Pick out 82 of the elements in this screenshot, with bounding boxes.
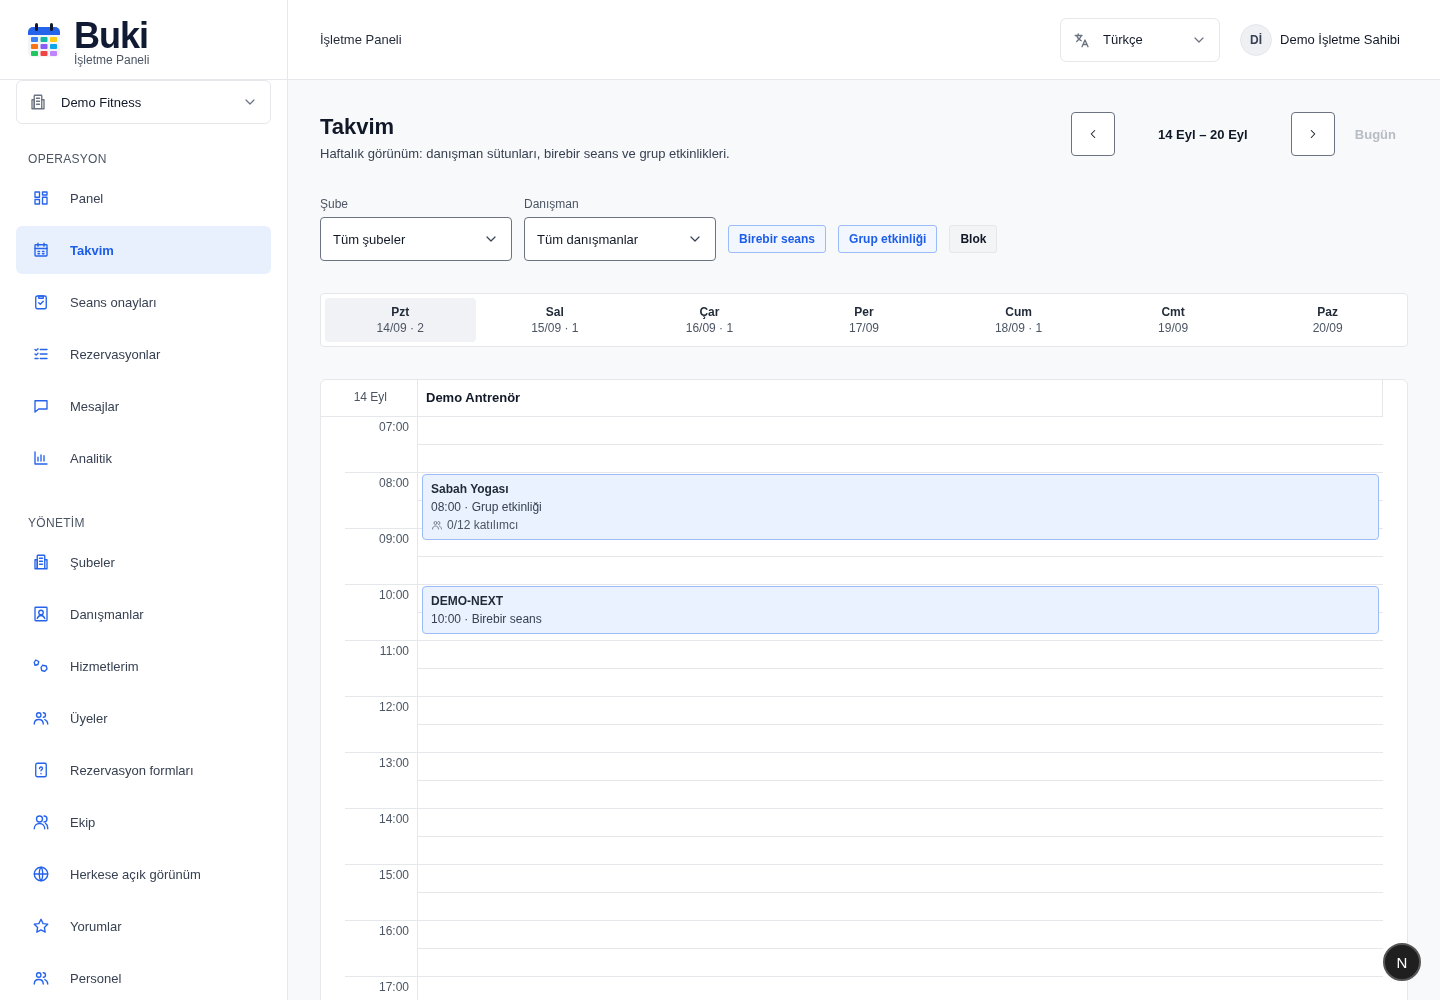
users-icon — [431, 519, 443, 531]
sidebar-item[interactable]: Herkese açık görünüm — [16, 850, 271, 898]
filter-select[interactable]: Tüm danışmanlar — [524, 217, 716, 261]
question-file-icon — [32, 761, 50, 779]
previous-button[interactable] — [1070, 112, 1115, 156]
badges-icon — [32, 657, 50, 675]
time-label: 10:00 — [345, 585, 417, 641]
section-heading: OPERASYON — [27, 151, 108, 168]
sidebar-item[interactable]: Analitik — [16, 434, 271, 482]
star-icon — [32, 917, 50, 935]
sidebar-item[interactable]: Yorumlar — [16, 902, 271, 950]
bar-chart-icon — [32, 449, 50, 467]
event-card[interactable]: Sabah Yogası 08:00 · Grup etkinliği 0/12 katılımcı — [422, 474, 1379, 540]
time-label: 13:00 — [345, 753, 417, 809]
building-icon — [32, 553, 50, 571]
sidebar-item[interactable]: Panel — [16, 174, 271, 222]
user-icon — [32, 813, 50, 831]
brand-name: Buki — [74, 18, 148, 53]
contact-icon — [32, 605, 50, 623]
page-title: Takvim — [320, 114, 396, 140]
brand-subtitle: İşletme Paneli — [74, 52, 150, 67]
sidebar-item[interactable]: Rezervasyonlar — [16, 330, 271, 378]
globe-icon — [32, 865, 50, 883]
building-icon — [29, 93, 47, 111]
translate-icon — [1073, 30, 1092, 49]
day-tab[interactable]: Cmt 19/09 — [1097, 298, 1249, 342]
floating-button[interactable]: N — [1383, 943, 1421, 981]
page-subtitle: Haftalık görünüm: danışman sütunları, birebir seans ve grup etkinlikleri. — [320, 146, 731, 161]
time-label: 15:00 — [345, 865, 417, 921]
users-icon — [32, 969, 50, 987]
filter-label: Danışman — [524, 197, 580, 211]
event-meta: 08:00 · Grup etkinliği — [431, 499, 543, 516]
action-button[interactable]: Blok — [949, 225, 998, 253]
action-button[interactable]: Grup etkinliği — [838, 225, 938, 253]
business-select[interactable]: Demo Fitness — [16, 80, 271, 124]
sidebar-item[interactable]: Rezervasyon formları — [16, 746, 271, 794]
message-icon — [32, 397, 50, 415]
day-tab[interactable]: Paz 20/09 — [1252, 298, 1403, 342]
time-label: 07:00 — [345, 417, 417, 473]
event-title: DEMO-NEXT — [431, 593, 504, 610]
sidebar-item[interactable]: Üyeler — [16, 694, 271, 742]
column-heading: Demo Antrenör — [417, 380, 1383, 416]
day-tab[interactable]: Çar 16/09 · 1 — [634, 298, 785, 342]
time-label: 09:00 — [345, 529, 417, 585]
users-icon — [32, 709, 50, 727]
event-title: Sabah Yogası — [431, 481, 510, 498]
attendee-count: 0/12 katılımcı — [447, 517, 519, 534]
sidebar-item[interactable]: Danışmanlar — [16, 590, 271, 638]
filter-select[interactable]: Tüm şubeler — [320, 217, 512, 261]
event-card[interactable]: DEMO-NEXT 10:00 · Birebir seans — [422, 586, 1379, 634]
filter-label: Şube — [320, 197, 350, 211]
sidebar-item[interactable]: Mesajlar — [16, 382, 271, 430]
clipboard-check-icon — [32, 293, 50, 311]
time-label: 11:00 — [345, 641, 417, 697]
section-heading: YÖNETİM — [27, 515, 86, 532]
time-label: 14:00 — [345, 809, 417, 865]
calendar-date: 14 Eyl — [352, 389, 388, 406]
grid-icon — [32, 189, 50, 207]
action-button[interactable]: Birebir seans — [728, 225, 827, 253]
time-label: 08:00 — [345, 473, 417, 529]
day-tab[interactable]: Per 17/09 — [788, 298, 940, 342]
user-avatar[interactable]: Dİ — [1240, 23, 1273, 56]
sidebar-item[interactable]: Takvim — [16, 226, 271, 274]
sidebar-item[interactable]: Ekip — [16, 798, 271, 846]
calendar-icon — [32, 241, 50, 259]
logo-icon — [26, 21, 62, 58]
time-label: 17:00 — [345, 977, 417, 1000]
user-name: Demo İşletme Sahibi — [1280, 32, 1400, 47]
breadcrumb: İşletme Paneli — [320, 32, 403, 47]
sidebar-item[interactable]: Şubeler — [16, 538, 271, 586]
sidebar-item[interactable]: Hizmetlerim — [16, 642, 271, 690]
event-meta: 10:00 · Birebir seans — [431, 611, 543, 628]
sidebar-item[interactable]: Personel — [16, 954, 271, 1000]
day-tab[interactable]: Pzt 14/09 · 2 — [325, 298, 476, 342]
date-range: 14 Eyl – 20 Eyl — [1157, 126, 1249, 142]
sidebar-item[interactable]: Seans onayları — [16, 278, 271, 326]
time-label: 12:00 — [345, 697, 417, 753]
day-tab[interactable]: Sal 15/09 · 1 — [479, 298, 631, 342]
language-select[interactable]: Türkçe — [1060, 17, 1221, 62]
day-tab[interactable]: Cum 18/09 · 1 — [943, 298, 1094, 342]
time-label: 16:00 — [345, 921, 417, 977]
next-button[interactable] — [1290, 112, 1335, 156]
